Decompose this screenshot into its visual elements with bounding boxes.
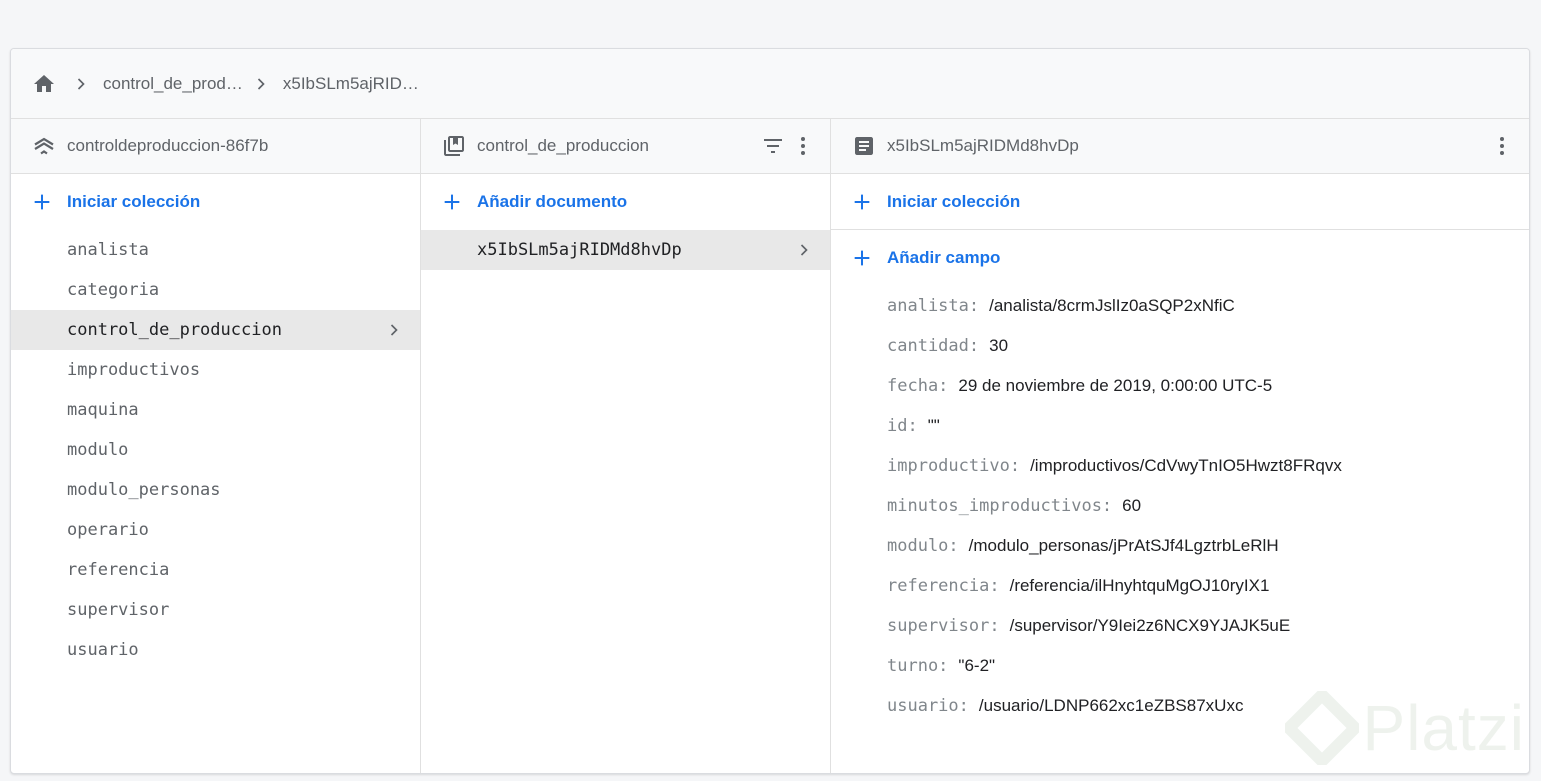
firestore-database-icon (32, 134, 56, 158)
breadcrumb-collection[interactable]: control_de_prod… (103, 74, 243, 94)
field-key: id: (887, 416, 918, 436)
field-key: modulo: (887, 536, 959, 556)
add-field-label: Añadir campo (887, 248, 1001, 267)
documents-list: x5IbSLm5ajRIDMd8hvDp (421, 230, 830, 270)
field-value: "6-2" (958, 656, 996, 675)
chevron-right-icon (794, 240, 814, 260)
chevron-right-icon (251, 74, 271, 94)
field-value: /referencia/ilHnyhtquMgOJ10ryIX1 (1009, 576, 1270, 595)
field-row[interactable]: turno: "6-2" (831, 646, 1529, 686)
collection-item-label: referencia (67, 560, 170, 580)
collection-item-supervisor[interactable]: supervisor (11, 590, 420, 630)
plus-icon (850, 190, 874, 214)
root-column: controldeproduccion-86f7b Iniciar colecc… (11, 119, 421, 773)
collection-item-referencia[interactable]: referencia (11, 550, 420, 590)
document-column: x5IbSLm5ajRIDMd8hvDp Iniciar colección A… (831, 119, 1529, 773)
document-title: x5IbSLm5ajRIDMd8hvDp (887, 136, 1079, 155)
field-value: "" (927, 416, 940, 435)
add-document-button[interactable]: Añadir documento (421, 174, 830, 230)
collection-item-control-de-produccion[interactable]: control_de_produccion (11, 310, 420, 350)
field-row[interactable]: usuario: /usuario/LDNP662xc1eZBS87xUxc (831, 686, 1529, 726)
chevron-right-icon (384, 320, 404, 340)
collection-item-categoria[interactable]: categoria (11, 270, 420, 310)
field-value: /supervisor/Y9Iei2z6NCX9YJAJK5uE (1009, 616, 1291, 635)
collection-column: control_de_produccion Añadir documento x… (421, 119, 831, 773)
field-key: supervisor: (887, 616, 1000, 636)
collections-list: analista categoria control_de_produccionim… (11, 230, 420, 670)
chevron-right-icon (71, 74, 91, 94)
plus-icon (850, 246, 874, 270)
field-row[interactable]: improductivo: /improductivos/CdVwyTnIO5Hw… (831, 446, 1529, 486)
collection-column-header: control_de_produccion (421, 119, 830, 174)
more-vert-icon[interactable] (790, 133, 816, 159)
plus-icon (440, 190, 464, 214)
collection-item-analista[interactable]: analista (11, 230, 420, 270)
collection-item-label: maquina (67, 400, 139, 420)
document-item-label: x5IbSLm5ajRIDMd8hvDp (477, 240, 682, 260)
collection-item-label: analista (67, 240, 149, 260)
field-key: usuario: (887, 696, 969, 716)
start-collection-label: Iniciar colección (67, 192, 201, 211)
collection-item-label: operario (67, 520, 149, 540)
add-field-button[interactable]: Añadir campo (831, 230, 1529, 286)
field-row[interactable]: minutos_improductivos: 60 (831, 486, 1529, 526)
home-icon[interactable] (31, 71, 57, 97)
plus-icon (30, 190, 54, 214)
more-vert-icon[interactable] (1489, 133, 1515, 159)
breadcrumb-document[interactable]: x5IbSLm5ajRID… (283, 74, 419, 94)
collection-item-label: modulo (67, 440, 129, 460)
field-value: 60 (1122, 496, 1142, 515)
field-key: fecha: (887, 376, 949, 396)
collection-item-label: modulo_personas (67, 480, 221, 500)
field-value: 30 (989, 336, 1009, 355)
document-fields: analista: /analista/8crmJslIz0aSQP2xNfiC c… (831, 286, 1529, 726)
collection-item-modulo-personas[interactable]: modulo_personas (11, 470, 420, 510)
field-row[interactable]: supervisor: /supervisor/Y9Iei2z6NCX9YJAJK… (831, 606, 1529, 646)
breadcrumb: control_de_prod… x5IbSLm5ajRID… (11, 49, 1529, 119)
document-icon (852, 134, 876, 158)
field-value: /usuario/LDNP662xc1eZBS87xUxc (978, 696, 1244, 715)
field-value: /improductivos/CdVwyTnIO5Hwzt8FRqvx (1030, 456, 1342, 475)
collection-item-label: supervisor (67, 600, 170, 620)
collection-item-usuario[interactable]: usuario (11, 630, 420, 670)
document-item[interactable]: x5IbSLm5ajRIDMd8hvDp (421, 230, 830, 270)
field-key: improductivo: (887, 456, 1021, 476)
field-row[interactable]: referencia: /referencia/ilHnyhtquMgOJ10ry… (831, 566, 1529, 606)
field-key: referencia: (887, 576, 1000, 596)
collection-item-modulo[interactable]: modulo (11, 430, 420, 470)
collection-item-improductivos[interactable]: improductivos (11, 350, 420, 390)
field-row[interactable]: fecha: 29 de noviembre de 2019, 0:00:00 U… (831, 366, 1529, 406)
field-row[interactable]: cantidad: 30 (831, 326, 1529, 366)
collection-title: control_de_produccion (477, 136, 650, 155)
start-subcollection-button[interactable]: Iniciar colección (831, 174, 1529, 230)
filter-icon[interactable] (760, 133, 786, 159)
field-key: minutos_improductivos: (887, 496, 1113, 516)
collection-item-label: usuario (67, 640, 139, 660)
start-subcollection-label: Iniciar colección (887, 191, 1021, 211)
collection-item-label: improductivos (67, 360, 201, 380)
start-collection-button[interactable]: Iniciar colección (11, 174, 420, 230)
collection-item-maquina[interactable]: maquina (11, 390, 420, 430)
collection-item-operario[interactable]: operario (11, 510, 420, 550)
data-columns: controldeproduccion-86f7b Iniciar colecc… (11, 119, 1529, 773)
field-value: /analista/8crmJslIz0aSQP2xNfiC (989, 296, 1235, 315)
field-key: cantidad: (887, 336, 980, 356)
root-column-header: controldeproduccion-86f7b (11, 119, 420, 174)
field-value: 29 de noviembre de 2019, 0:00:00 UTC-5 (958, 376, 1273, 395)
collection-icon (442, 134, 466, 158)
field-row[interactable]: modulo: /modulo_personas/jPrAtSJf4LgztrbL… (831, 526, 1529, 566)
firestore-data-panel: control_de_prod… x5IbSLm5ajRID… controld… (10, 48, 1530, 774)
field-row[interactable]: id: "" (831, 406, 1529, 446)
collection-item-label: control_de_produccion (67, 320, 282, 340)
field-key: analista: (887, 296, 980, 316)
collection-item-label: categoria (67, 280, 160, 300)
document-column-header: x5IbSLm5ajRIDMd8hvDp (831, 119, 1529, 174)
project-title: controldeproduccion-86f7b (67, 136, 269, 155)
add-document-label: Añadir documento (477, 192, 628, 211)
field-row[interactable]: analista: /analista/8crmJslIz0aSQP2xNfiC (831, 286, 1529, 326)
field-value: /modulo_personas/jPrAtSJf4LgztrbLeRlH (968, 536, 1279, 555)
field-key: turno: (887, 656, 949, 676)
